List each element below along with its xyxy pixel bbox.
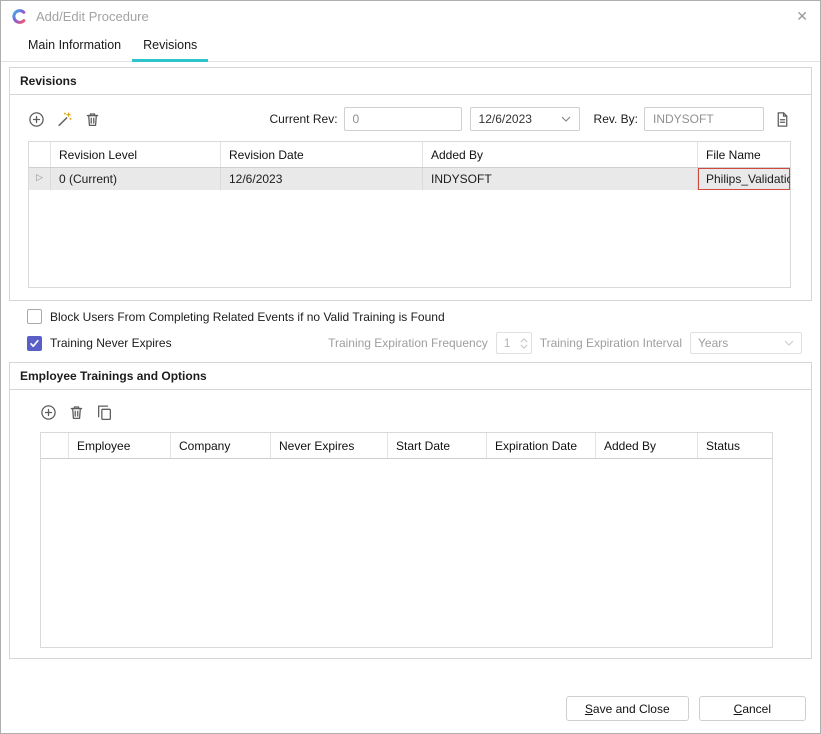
expiration-frequency-label: Training Expiration Frequency (328, 336, 488, 350)
rev-by-label: Rev. By: (594, 112, 638, 126)
revision-table-row[interactable]: ▷ 0 (Current) 12/6/2023 INDYSOFT Philips… (29, 168, 790, 190)
close-icon[interactable]: ✕ (796, 9, 808, 23)
copy-icon[interactable] (96, 404, 113, 421)
stepper-buttons (520, 338, 528, 349)
magic-wand-icon[interactable] (56, 111, 73, 128)
spinner-up-icon (520, 338, 528, 343)
chevron-down-icon (784, 340, 794, 346)
employee-toolbar (40, 400, 773, 424)
add-edit-procedure-dialog: Add/Edit Procedure ✕ Main Information Re… (0, 0, 821, 734)
revisions-group-body: Current Rev: 0 12/6/2023 Rev. By: INDYSO… (10, 95, 811, 300)
training-expiration-row: Training Never Expires Training Expirati… (27, 332, 802, 354)
revisions-group-header: Revisions (10, 68, 811, 95)
header-spacer (41, 433, 69, 458)
column-header-never-expires[interactable]: Never Expires (271, 433, 388, 458)
employee-table-header: Employee Company Never Expires Start Dat… (41, 433, 772, 459)
column-header-status[interactable]: Status (698, 433, 772, 458)
expiration-interval-dropdown[interactable]: Years (690, 332, 802, 354)
app-logo-icon (11, 8, 28, 25)
rev-by-input[interactable]: INDYSOFT (644, 107, 764, 131)
tab-revisions[interactable]: Revisions (132, 31, 208, 62)
header-spacer (29, 142, 51, 167)
revisions-groupbox: Revisions (9, 67, 812, 301)
window-title: Add/Edit Procedure (36, 9, 149, 24)
column-header-company[interactable]: Company (171, 433, 271, 458)
cancel-mnemonic: C (734, 702, 743, 716)
column-header-added-by[interactable]: Added By (423, 142, 698, 167)
revision-date-value: 12/6/2023 (479, 112, 532, 126)
column-header-file-name[interactable]: File Name (698, 142, 790, 167)
chevron-down-icon (561, 116, 571, 122)
cancel-button[interactable]: Cancel (699, 696, 806, 721)
training-never-expires-label: Training Never Expires (50, 336, 172, 350)
tab-main-information[interactable]: Main Information (17, 31, 132, 62)
tab-bar: Main Information Revisions (1, 31, 820, 62)
current-rev-value: 0 (353, 112, 360, 126)
employee-trainings-group-body: Employee Company Never Expires Start Dat… (10, 390, 811, 658)
spinner-down-icon (520, 344, 528, 349)
column-header-start-date[interactable]: Start Date (388, 433, 487, 458)
expiration-controls: Training Expiration Frequency 1 Training… (328, 332, 802, 354)
column-header-expiration-date[interactable]: Expiration Date (487, 433, 596, 458)
block-users-checkbox[interactable] (27, 309, 42, 324)
row-expander-icon[interactable]: ▷ (29, 168, 51, 190)
cell-added-by[interactable]: INDYSOFT (423, 168, 698, 190)
column-header-revision-level[interactable]: Revision Level (51, 142, 221, 167)
expiration-frequency-value: 1 (504, 336, 511, 350)
dialog-footer: Save and Close Cancel (9, 696, 812, 721)
delete-icon[interactable] (84, 111, 101, 128)
employee-trainings-table: Employee Company Never Expires Start Dat… (40, 432, 773, 648)
rev-by-value: INDYSOFT (653, 112, 714, 126)
add-icon[interactable] (28, 111, 45, 128)
expiration-interval-label: Training Expiration Interval (540, 336, 682, 350)
current-rev-label: Current Rev: (270, 112, 338, 126)
cell-revision-level[interactable]: 0 (Current) (51, 168, 221, 190)
save-label-rest: ave and Close (593, 702, 670, 716)
employee-trainings-group-header: Employee Trainings and Options (10, 363, 811, 390)
column-header-added-by[interactable]: Added By (596, 433, 698, 458)
cell-revision-date[interactable]: 12/6/2023 (221, 168, 423, 190)
delete-icon[interactable] (68, 404, 85, 421)
expiration-frequency-stepper[interactable]: 1 (496, 332, 532, 354)
dialog-body: Revisions (1, 62, 820, 733)
expiration-interval-value: Years (698, 336, 728, 350)
employee-trainings-groupbox: Employee Trainings and Options (9, 362, 812, 659)
current-rev-input[interactable]: 0 (344, 107, 462, 131)
title-bar: Add/Edit Procedure ✕ (1, 1, 820, 31)
save-and-close-button[interactable]: Save and Close (566, 696, 689, 721)
cell-file-name[interactable]: Philips_Validation_ (698, 168, 790, 190)
training-never-expires-checkbox[interactable] (27, 336, 42, 351)
block-users-label: Block Users From Completing Related Even… (50, 310, 445, 324)
revision-date-dropdown[interactable]: 12/6/2023 (470, 107, 580, 131)
column-header-revision-date[interactable]: Revision Date (221, 142, 423, 167)
revisions-table-header: Revision Level Revision Date Added By Fi… (29, 142, 790, 168)
save-mnemonic: S (585, 702, 593, 716)
revisions-table: Revision Level Revision Date Added By Fi… (28, 141, 791, 288)
column-header-employee[interactable]: Employee (69, 433, 171, 458)
block-users-option-row: Block Users From Completing Related Even… (27, 309, 802, 324)
import-file-icon[interactable] (774, 111, 791, 128)
revisions-toolbar: Current Rev: 0 12/6/2023 Rev. By: INDYSO… (28, 107, 791, 131)
add-icon[interactable] (40, 404, 57, 421)
cancel-label-rest: ancel (742, 702, 771, 716)
